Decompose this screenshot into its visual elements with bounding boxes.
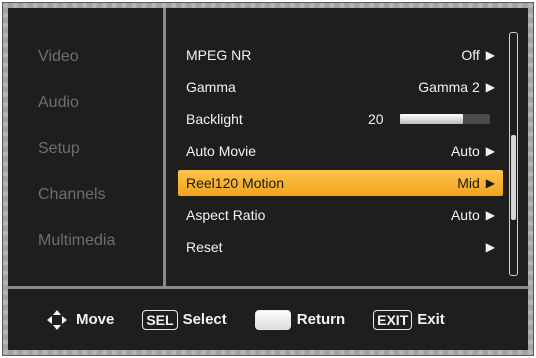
menu-area: Video Audio Setup Channels Multimedia MP… <box>8 8 528 286</box>
hint-select: SEL Select <box>142 309 227 330</box>
move-arrows-icon <box>47 309 67 330</box>
exit-key: EXIT <box>373 309 413 330</box>
sel-key: SEL <box>142 309 178 330</box>
hint-move: Move <box>46 309 114 331</box>
row-label: Auto Movie <box>186 143 257 159</box>
arrow-right-icon: ▶ <box>485 240 495 254</box>
row-value: Mid <box>457 175 480 191</box>
menu-row-auto-movie[interactable]: Auto Movie Auto ▶ <box>178 138 503 164</box>
row-value: Auto <box>450 143 480 159</box>
sidebar-item-channels[interactable]: Channels <box>8 186 163 204</box>
row-label: Reel120 Motion <box>186 175 285 191</box>
sidebar-item-setup[interactable]: Setup <box>8 140 163 158</box>
osd-menu-panel: Video Audio Setup Channels Multimedia MP… <box>2 2 534 356</box>
arrow-right-icon: ▶ <box>485 176 495 190</box>
backlight-slider[interactable] <box>400 114 490 124</box>
row-label: Gamma <box>186 79 236 95</box>
scrollbar[interactable] <box>509 32 518 276</box>
menu-row-mpeg-nr[interactable]: MPEG NR Off ▶ <box>178 42 503 68</box>
arrow-right-icon: ▶ <box>485 144 495 158</box>
scrollbar-thumb[interactable] <box>511 135 516 220</box>
move-label: Move <box>76 311 115 328</box>
settings-list: MPEG NR Off ▶ Gamma Gamma 2 ▶ Backlight … <box>166 8 528 286</box>
row-label: MPEG NR <box>186 47 252 63</box>
hint-return: Return <box>254 309 346 330</box>
menu-row-aspect-ratio[interactable]: Aspect Ratio Auto ▶ <box>178 202 503 228</box>
row-label: Reset <box>186 239 223 255</box>
exit-label: Exit <box>417 311 445 328</box>
arrow-right-icon: ▶ <box>485 80 495 94</box>
row-value: Auto <box>450 207 480 223</box>
menu-row-reset[interactable]: Reset ▶ <box>178 234 503 260</box>
backlight-slider-fill <box>400 114 463 124</box>
return-label: Return <box>296 311 346 328</box>
row-label: Aspect Ratio <box>186 207 266 223</box>
button-hint-bar: Move SEL Select Return EXIT Exit <box>8 289 528 350</box>
sidebar-item-multimedia[interactable]: Multimedia <box>8 232 163 250</box>
category-sidebar: Video Audio Setup Channels Multimedia <box>8 8 166 286</box>
hint-exit: EXIT Exit <box>373 309 445 330</box>
return-key-icon <box>254 309 291 330</box>
menu-row-reel120-motion[interactable]: Reel120 Motion Mid ▶ <box>178 170 503 196</box>
backlight-value: 20 <box>368 111 384 127</box>
arrow-right-icon: ▶ <box>485 208 495 222</box>
select-label: Select <box>182 311 227 328</box>
sidebar-item-video[interactable]: Video <box>8 48 163 66</box>
arrow-right-icon: ▶ <box>485 48 495 62</box>
row-value: Gamma 2 <box>418 79 480 95</box>
sidebar-item-audio[interactable]: Audio <box>8 94 163 112</box>
row-value: Off <box>461 47 480 63</box>
menu-row-backlight[interactable]: Backlight 20 <box>178 106 503 132</box>
menu-row-gamma[interactable]: Gamma Gamma 2 ▶ <box>178 74 503 100</box>
